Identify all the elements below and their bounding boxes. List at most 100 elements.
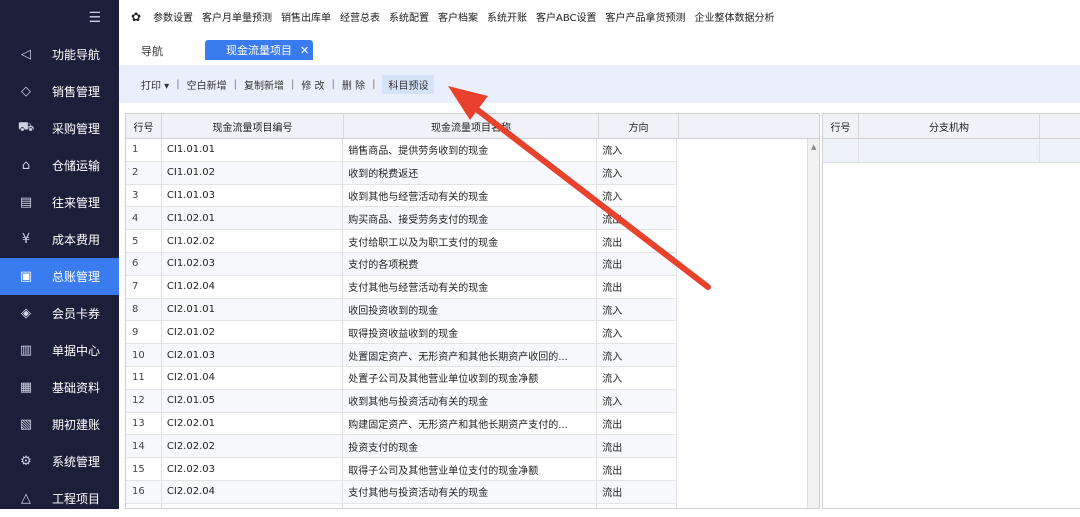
- table-row[interactable]: 8 CI2.01.01 收回投资收到的现金 流入: [126, 298, 677, 322]
- sidebar-item-8[interactable]: ▥ 单据中心: [0, 332, 119, 369]
- gear-icon[interactable]: ✿: [119, 10, 153, 24]
- menu-item-8[interactable]: 客户产品拿货预测: [606, 9, 686, 24]
- menu-item-2[interactable]: 销售出库单: [281, 9, 331, 24]
- cell-row-no: 8: [126, 298, 162, 321]
- cell-direction: 流入: [597, 184, 677, 207]
- menu-item-7[interactable]: 客户ABC设置: [536, 9, 597, 24]
- vertical-scrollbar[interactable]: ▲: [807, 139, 819, 508]
- cell-item-code: CI2.01.04: [162, 366, 344, 389]
- cell-item-name: 购买商品、接受劳务支付的现金: [343, 207, 598, 230]
- cell-direction: 流出: [597, 458, 677, 480]
- table-row[interactable]: 17CI3.01.01吸收投资收到的现金流入: [126, 503, 677, 508]
- cell-item-name: 取得投资收益收到的现金: [343, 321, 598, 344]
- table-row[interactable]: 3 CI1.01.03 收到其他与经营活动有关的现金 流入: [126, 184, 677, 208]
- settings-icon: ⚙: [20, 454, 32, 469]
- cell-row-no: 15: [126, 458, 162, 480]
- header-branch[interactable]: 分支机构: [859, 114, 1040, 138]
- tag-icon: ◇: [21, 84, 31, 99]
- header-direction[interactable]: 方向: [599, 114, 679, 138]
- table-row[interactable]: 9 CI2.01.02 取得投资收益收到的现金 流入: [126, 321, 677, 345]
- cell-row-no: 11: [126, 366, 162, 389]
- cell-item-code: CI2.02.01: [162, 412, 344, 435]
- cell-item-name: 支付的各项税费: [343, 252, 598, 275]
- cell-item-name: 收到其他与投资活动有关的现金: [343, 389, 598, 412]
- print-button[interactable]: 打印 ▾: [141, 77, 169, 92]
- tab-bar: 导航 现金流量项目 ✕: [119, 33, 1080, 65]
- table-row[interactable]: 2 CI1.01.02 收到的税费返还 流入: [126, 161, 677, 185]
- subject-preset-button[interactable]: 科目预设: [382, 74, 435, 94]
- warehouse-icon: ⌂: [21, 158, 31, 173]
- table-row[interactable]: 5 CI1.02.02 支付给职工以及为职工支付的现金 流出: [126, 230, 677, 253]
- sidebar-item-1[interactable]: ◇ 销售管理: [0, 73, 119, 110]
- sidebar-item-3[interactable]: ⌂ 仓储运输: [0, 147, 119, 184]
- menu-item-4[interactable]: 系统配置: [389, 9, 429, 24]
- cell-item-code: CI1.01.03: [162, 184, 344, 207]
- cell-row-no: 9: [126, 321, 162, 344]
- sidebar-item-5[interactable]: ¥ 成本费用: [0, 221, 119, 258]
- menu-item-9[interactable]: 企业整体数据分析: [695, 9, 775, 24]
- menu-item-5[interactable]: 客户档案: [438, 9, 478, 24]
- header-item-name[interactable]: 现金流量项目名称: [344, 114, 599, 138]
- delete-button[interactable]: 删 除: [342, 77, 365, 92]
- tab-navigation[interactable]: 导航: [141, 43, 163, 59]
- menu-item-3[interactable]: 经营总表: [340, 9, 380, 24]
- cell-item-name: 支付其他与投资活动有关的现金: [343, 480, 598, 503]
- menu-item-0[interactable]: 参数设置: [153, 9, 193, 24]
- sidebar-item-12[interactable]: △ 工程项目: [0, 480, 119, 517]
- table-row[interactable]: 4 CI1.02.01 购买商品、接受劳务支付的现金 流出: [126, 207, 677, 231]
- cell-item-code: CI1.01.02: [162, 161, 344, 184]
- menu-toggle-icon[interactable]: ☰: [0, 0, 119, 36]
- cell-item-name: 取得子公司及其他营业单位支付的现金净额: [343, 458, 598, 480]
- sidebar-item-label: 总账管理: [52, 270, 101, 284]
- copy-new-button[interactable]: 复制新增: [244, 77, 284, 92]
- table-row[interactable]: 6 CI1.02.03 支付的各项税费 流出: [126, 252, 677, 276]
- top-menu-bar: ✿ 参数设置 客户月单量预测 销售出库单 经营总表 系统配置 客户档案 系统开账 客户ABC设…: [119, 0, 1080, 33]
- close-icon[interactable]: ✕: [300, 44, 309, 57]
- sidebar-item-9[interactable]: ▦ 基础资料: [0, 369, 119, 406]
- nav-arrow-icon: ◁: [21, 47, 31, 62]
- table-row[interactable]: [823, 139, 1080, 163]
- cell-direction: 流入: [597, 139, 677, 161]
- menu-item-6[interactable]: 系统开账: [487, 9, 527, 24]
- sidebar: ☰ ◁ 功能导航 ◇ 销售管理 ⛟ 采购管理 ⌂ 仓储运输 ▤ 往来管理 ¥ 成本费用 ▣ 总账管理 ◈ 会员…: [0, 0, 119, 509]
- header-row-no[interactable]: 行号: [126, 114, 162, 138]
- scroll-up-icon[interactable]: ▲: [811, 143, 816, 151]
- table-row[interactable]: 16 CI2.02.04 支付其他与投资活动有关的现金 流出: [126, 480, 677, 504]
- cell-row-no: 6: [126, 252, 162, 275]
- table-row[interactable]: 14 CI2.02.02 投资支付的现金 流出: [126, 435, 677, 459]
- sidebar-item-7[interactable]: ◈ 会员卡券: [0, 295, 119, 332]
- sidebar-item-4[interactable]: ▤ 往来管理: [0, 184, 119, 221]
- sidebar-item-0[interactable]: ◁ 功能导航: [0, 36, 119, 73]
- sidebar-item-6[interactable]: ▣ 总账管理: [0, 258, 119, 295]
- table-row[interactable]: 1 CI1.01.01 销售商品、提供劳务收到的现金 流入: [126, 139, 677, 162]
- cell-item-code: CI2.01.05: [162, 389, 344, 412]
- edit-button[interactable]: 修 改: [301, 77, 324, 92]
- sidebar-item-11[interactable]: ⚙ 系统管理: [0, 443, 119, 480]
- cell-direction: 流出: [597, 230, 677, 252]
- sidebar-item-label: 成本费用: [52, 233, 101, 247]
- table-row[interactable]: 7 CI1.02.04 支付其他与经营活动有关的现金 流出: [126, 275, 677, 299]
- header-row-no[interactable]: 行号: [823, 114, 859, 138]
- sidebar-item-10[interactable]: ▧ 期初建账: [0, 406, 119, 443]
- table-row[interactable]: 10 CI2.01.03 处置固定资产、无形资产和其他长期资产收回的... 流入: [126, 344, 677, 367]
- cell-item-name: 处置固定资产、无形资产和其他长期资产收回的...: [343, 344, 598, 366]
- cell-item-code: CI1.01.01: [162, 139, 344, 161]
- sidebar-item-2[interactable]: ⛟ 采购管理: [0, 110, 119, 147]
- cell-item-name: 支付给职工以及为职工支付的现金: [343, 230, 598, 252]
- tab-cash-flow-items[interactable]: 现金流量项目 ✕: [205, 40, 313, 60]
- cell-row-no: 10: [126, 344, 162, 366]
- toolbar: 打印 ▾ | 空白新增 | 复制新增 | 修 改 | 删 除 | 科目预设: [119, 65, 1080, 103]
- cell-item-name: 支付其他与经营活动有关的现金: [343, 275, 598, 298]
- cell-row-no: 2: [126, 161, 162, 184]
- header-item-code[interactable]: 现金流量项目编号: [162, 114, 344, 138]
- menu-item-1[interactable]: 客户月单量预测: [202, 9, 272, 24]
- table-row[interactable]: 11 CI2.01.04 处置子公司及其他营业单位收到的现金净额 流入: [126, 366, 677, 390]
- table-row[interactable]: 13 CI2.02.01 购建固定资产、无形资产和其他长期资产支付的... 流出: [126, 412, 677, 436]
- account-icon: ▧: [19, 417, 33, 432]
- cell-direction: 流入: [597, 366, 677, 389]
- cell-row-no: 16: [126, 480, 162, 503]
- cell-item-name: 处置子公司及其他营业单位收到的现金净额: [343, 366, 598, 389]
- table-row[interactable]: 15 CI2.02.03 取得子公司及其他营业单位支付的现金净额 流出: [126, 458, 677, 481]
- table-row[interactable]: 12 CI2.01.05 收到其他与投资活动有关的现金 流入: [126, 389, 677, 413]
- blank-new-button[interactable]: 空白新增: [187, 77, 227, 92]
